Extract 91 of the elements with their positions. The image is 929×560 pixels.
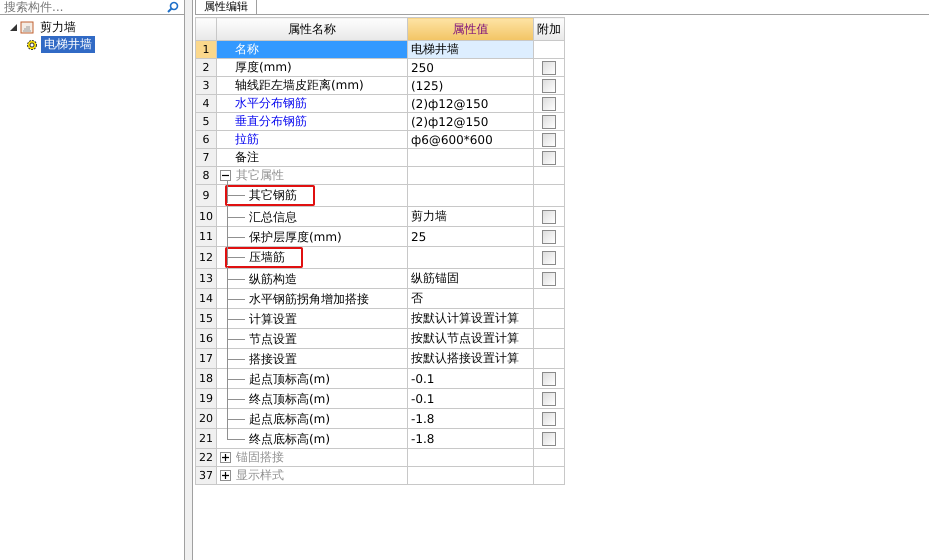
property-name: 保护层厚度(mm) [249, 229, 342, 246]
checkbox[interactable] [542, 412, 556, 426]
property-name: 压墙筋 [249, 249, 285, 266]
row-number: 16 [196, 328, 216, 348]
row-number: 5 [196, 112, 216, 130]
gear-icon [26, 38, 38, 50]
collapse-icon[interactable] [220, 170, 231, 181]
property-name: 汇总信息 [249, 209, 297, 226]
row-number: 12 [196, 246, 216, 268]
tree-item[interactable]: 剪力墙 [37, 19, 79, 36]
property-value[interactable]: (2)ф12@150 [408, 112, 534, 130]
corner-cell [196, 18, 216, 40]
expanded-arrow-icon[interactable] [10, 24, 17, 31]
checkbox[interactable] [542, 132, 556, 147]
group-name: 显示样式 [236, 467, 284, 484]
row-number: 22 [196, 448, 216, 466]
property-name: 其它钢筋 [249, 187, 297, 204]
checkbox[interactable] [542, 60, 556, 75]
checkbox[interactable] [542, 210, 556, 224]
checkbox[interactable] [542, 392, 556, 406]
row-number: 13 [196, 268, 216, 288]
tab[interactable]: 属性编辑 [195, 0, 257, 14]
property-name: 水平分布钢筋 [216, 94, 408, 112]
property-value[interactable]: 按默认计算设置计算 [408, 308, 534, 328]
property-value[interactable]: 纵筋锚固 [408, 268, 534, 288]
property-value[interactable]: -1.8 [408, 408, 534, 428]
property-name: 垂直分布钢筋 [216, 112, 408, 130]
property-name: 纵筋构造 [249, 271, 297, 288]
expand-icon[interactable] [220, 470, 231, 481]
property-name: 厚度(mm) [216, 58, 408, 76]
property-name: 节点设置 [249, 331, 297, 348]
property-name: 轴线距左墙皮距离(mm) [216, 76, 408, 94]
property-value[interactable]: 按默认节点设置计算 [408, 328, 534, 348]
property-value[interactable]: -0.1 [408, 388, 534, 408]
row-number: 20 [196, 408, 216, 428]
checkbox[interactable] [542, 78, 556, 93]
property-value[interactable]: (2)ф12@150 [408, 94, 534, 112]
checkbox[interactable] [542, 272, 556, 286]
column-header: 附加 [534, 18, 564, 40]
property-name: 起点底标高(m) [249, 411, 330, 428]
row-number: 14 [196, 288, 216, 308]
property-name: 终点顶标高(m) [249, 391, 330, 408]
row-number: 7 [196, 148, 216, 166]
row-number: 19 [196, 388, 216, 408]
property-value[interactable]: ф6@600*600 [408, 130, 534, 148]
checkbox[interactable] [542, 114, 556, 129]
row-number: 21 [196, 428, 216, 448]
property-name: 计算设置 [249, 311, 297, 328]
checkbox[interactable] [542, 230, 556, 244]
row-number: 18 [196, 368, 216, 388]
property-name: 搭接设置 [249, 351, 297, 368]
row-number: 10 [196, 206, 216, 226]
row-number: 15 [196, 308, 216, 328]
row-number: 11 [196, 226, 216, 246]
checkbox[interactable] [542, 150, 556, 165]
property-name: 水平钢筋拐角增加搭接 [249, 291, 369, 308]
row-number: 17 [196, 348, 216, 368]
row-number: 6 [196, 130, 216, 148]
property-name: 起点顶标高(m) [249, 371, 330, 388]
wall-icon [20, 21, 34, 34]
checkbox[interactable] [542, 372, 556, 386]
row-number: 3 [196, 76, 216, 94]
row-number: 8 [196, 166, 216, 184]
checkbox[interactable] [542, 96, 556, 111]
property-value[interactable]: 电梯井墙 [408, 40, 534, 58]
property-name: 拉筋 [216, 130, 408, 148]
row-number: 4 [196, 94, 216, 112]
row-number: 1 [196, 40, 216, 58]
property-name: 备注 [216, 148, 408, 166]
splitter-bar[interactable] [185, 0, 193, 560]
property-value[interactable]: 否 [408, 288, 534, 308]
row-number: 37 [196, 466, 216, 484]
property-value[interactable]: 250 [408, 58, 534, 76]
expand-icon[interactable] [220, 452, 231, 463]
property-name: 名称 [216, 40, 408, 58]
property-value[interactable]: 25 [408, 226, 534, 246]
property-value[interactable]: 按默认搭接设置计算 [408, 348, 534, 368]
group-name: 锚固搭接 [236, 449, 284, 466]
property-value[interactable]: -1.8 [408, 428, 534, 448]
property-value[interactable]: -0.1 [408, 368, 534, 388]
group-name: 其它属性 [236, 167, 284, 184]
row-number: 2 [196, 58, 216, 76]
checkbox[interactable] [542, 250, 556, 265]
tree-item[interactable]: 电梯井墙 [41, 36, 95, 53]
property-value[interactable]: 剪力墙 [408, 206, 534, 226]
checkbox[interactable] [542, 432, 556, 446]
property-name: 终点底标高(m) [249, 431, 330, 448]
property-value[interactable]: (125) [408, 76, 534, 94]
column-header: 属性值 [408, 18, 534, 40]
column-header: 属性名称 [216, 18, 408, 40]
row-number: 9 [196, 184, 216, 206]
